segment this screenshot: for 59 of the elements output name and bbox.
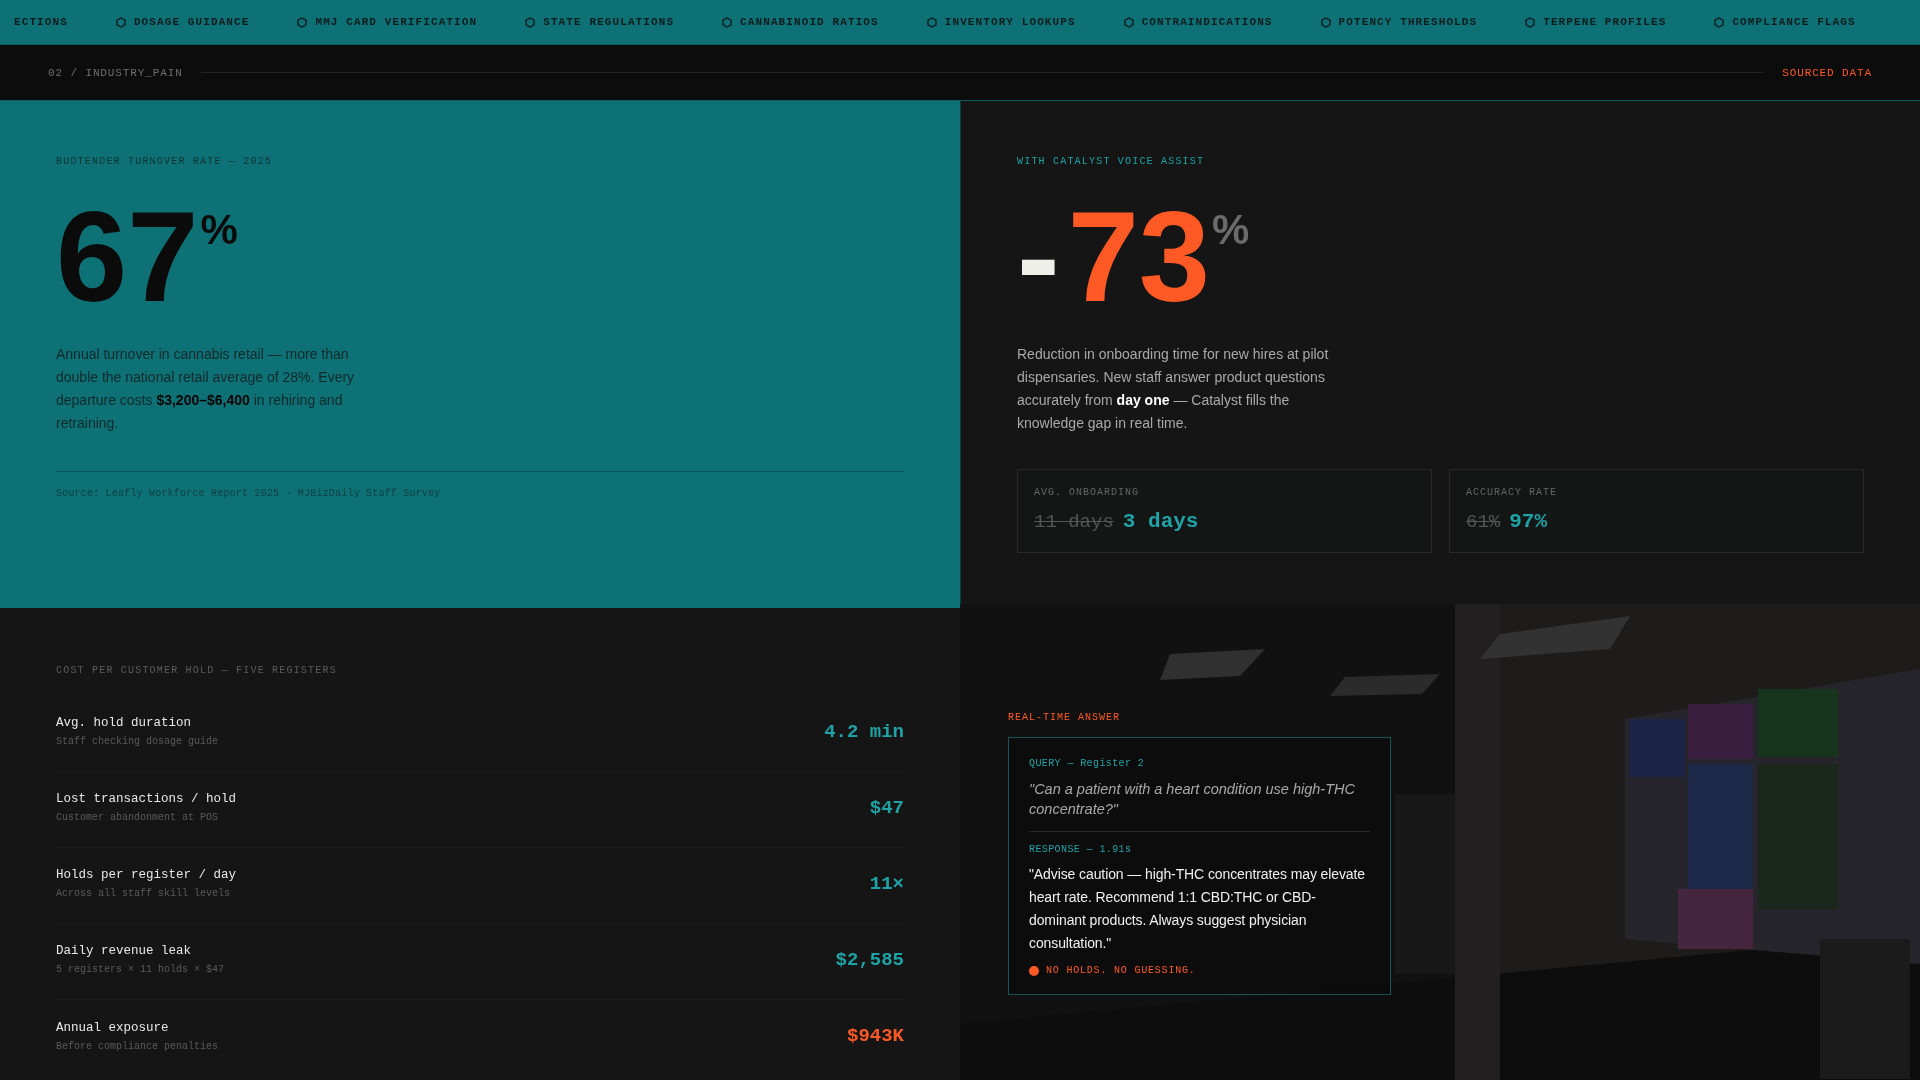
hexagon-icon bbox=[115, 16, 126, 28]
percent-sign: % bbox=[200, 209, 238, 251]
ticker-item: ECTIONS bbox=[14, 16, 68, 28]
stat-value: 73 bbox=[1067, 193, 1210, 321]
ticker-item: CONTRAINDICATIONS bbox=[1141, 16, 1273, 28]
stat-description: Reduction in onboarding time for new hires at pilot dispensaries. New staff answer product questions accurately from day one — Catalyst fills the knowledge gap in real time. bbox=[1017, 345, 1330, 433]
old-value: 11 days bbox=[1034, 511, 1114, 533]
ticker-item: STATE REGULATIONS bbox=[543, 16, 675, 28]
ticker-item: MMJ CARD VERIFICATION bbox=[315, 16, 478, 28]
card-label: AVG. ONBOARDING bbox=[1034, 487, 1140, 498]
minus-sign: - bbox=[1017, 193, 1060, 321]
ticker-item: POTENCY THRESHOLDS bbox=[1338, 16, 1478, 28]
metric-note: Before compliance penalties bbox=[56, 1040, 219, 1052]
percent-sign: % bbox=[1212, 209, 1250, 251]
new-value: 97% bbox=[1509, 510, 1548, 533]
ticker-item: DOSAGE GUIDANCE bbox=[133, 16, 250, 28]
sourced-data-label: SOURCED DATA bbox=[1782, 66, 1872, 79]
ticker-item: TERPENE PROFILES bbox=[1543, 16, 1667, 28]
hexagon-icon bbox=[722, 16, 733, 28]
ticker-item: COMPLIANCE FLAGS bbox=[1732, 16, 1856, 28]
hexagon-icon bbox=[1320, 16, 1331, 28]
metric-value: $943K bbox=[847, 1025, 904, 1047]
metric-label: Daily revenue leak bbox=[56, 944, 193, 958]
metric-label: Holds per register / day bbox=[56, 868, 237, 882]
hexagon-icon bbox=[1714, 16, 1725, 28]
response-text: "Advise caution — high-THC concentrates may elevate heart rate. Recommend 1:1 CBD:THC or CBD-dominant products. Always suggest physician consultation." bbox=[1029, 865, 1367, 953]
section-title: COST PER CUSTOMER HOLD — FIVE REGISTERS bbox=[56, 665, 338, 676]
response-label: RESPONSE — 1.91s bbox=[1029, 844, 1133, 855]
metric-label: Lost transactions / hold bbox=[56, 792, 237, 806]
metric-value: 11× bbox=[869, 872, 904, 895]
query-text: "Can a patient with a heart condition use high-THC concentrate?" bbox=[1029, 779, 1370, 832]
stat-description: Annual turnover in cannabis retail — more than double the national retail average of 28%. Every departure costs $3,200–$6,400 in rehiring and retraining. bbox=[56, 345, 356, 433]
metric-note: 5 registers × 11 holds × $47 bbox=[56, 964, 225, 975]
section-label: 02 / INDUSTRY_PAIN bbox=[48, 66, 183, 79]
stat-value: 67 bbox=[56, 193, 199, 321]
metric-note: Staff checking dosage guide bbox=[56, 736, 219, 747]
hexagon-icon bbox=[525, 16, 536, 28]
metric-label: Avg. hold duration bbox=[56, 716, 193, 730]
status-text: NO HOLDS. NO GUESSING. bbox=[1046, 965, 1196, 976]
status-dot bbox=[1029, 965, 1039, 976]
hexagon-icon bbox=[1123, 16, 1134, 28]
stat-label: BUDTENDER TURNOVER RATE — 2025 bbox=[56, 156, 274, 167]
metric-note: Customer abandonment at POS bbox=[56, 812, 220, 823]
ticker-item: CANNABINOID RATIOS bbox=[740, 16, 879, 28]
panel-label: REAL-TIME ANSWER bbox=[1008, 712, 1121, 723]
metric-value: $2,585 bbox=[835, 948, 904, 971]
metric-value: $47 bbox=[869, 796, 904, 819]
query-label: QUERY — Register 2 bbox=[1029, 758, 1146, 769]
metric-note: Across all staff skill levels bbox=[56, 888, 232, 899]
stat-label: WITH CATALYST VOICE ASSIST bbox=[1017, 156, 1206, 167]
old-value: 61% bbox=[1466, 511, 1501, 533]
new-value: 3 days bbox=[1122, 510, 1199, 533]
ticker-item: INVENTORY LOOKUPS bbox=[944, 16, 1076, 28]
metric-value: 4.2 min bbox=[824, 720, 904, 743]
hexagon-icon bbox=[926, 16, 937, 28]
card-label: ACCURACY RATE bbox=[1466, 487, 1558, 498]
hexagon-icon bbox=[297, 16, 308, 28]
hexagon-icon bbox=[1525, 16, 1536, 28]
metric-label: Annual exposure bbox=[56, 1020, 170, 1035]
